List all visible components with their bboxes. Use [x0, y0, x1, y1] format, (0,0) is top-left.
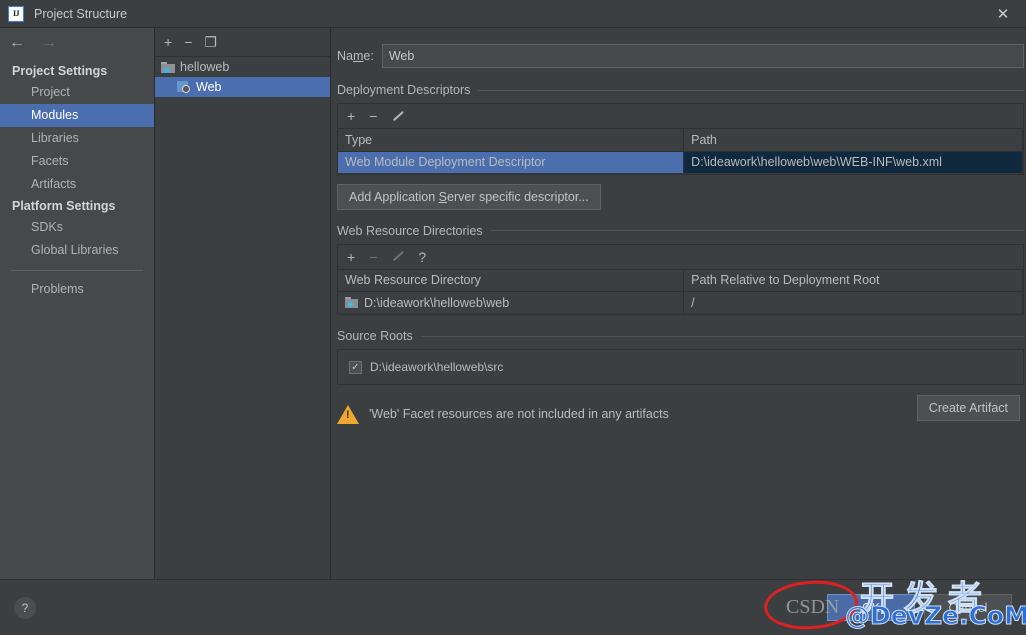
tree-node-helloweb[interactable]: helloweb: [155, 57, 330, 77]
tree-node-web[interactable]: Web: [155, 77, 330, 97]
sidebar-item-problems[interactable]: Problems: [0, 278, 154, 301]
sidebar-item-libraries[interactable]: Libraries: [0, 127, 154, 150]
help-icon[interactable]: ?: [14, 596, 36, 619]
web-resource-directories-panel: + − ? Web Resource Directory Path Relati…: [337, 243, 1024, 315]
name-label: Name:: [337, 48, 374, 63]
settings-sidebar: ← → Project Settings Project Modules Lib…: [0, 28, 155, 579]
create-artifact-button[interactable]: Create Artifact: [916, 395, 1020, 421]
sidebar-divider: [11, 270, 143, 271]
window-title: Project Structure: [34, 6, 128, 21]
section-rule: [478, 89, 1024, 91]
web-resource-directories-section: Web Resource Directories + − ? Web Resou…: [337, 224, 1024, 315]
sidebar-list: Project Settings Project Modules Librari…: [0, 57, 154, 301]
add-web-resource-icon[interactable]: +: [347, 250, 355, 264]
web-directory-icon: [345, 297, 358, 308]
sidebar-item-artifacts[interactable]: Artifacts: [0, 173, 154, 196]
web-resource-directories-title: Web Resource Directories: [337, 224, 1024, 238]
sidebar-group-project-settings: Project Settings: [12, 64, 108, 78]
cell-path[interactable]: D:\ideawork\helloweb\web\WEB-INF\web.xml: [683, 150, 1023, 174]
title-bar: IJ Project Structure ✕: [0, 0, 1026, 28]
table-row[interactable]: D:\ideawork\helloweb\web /: [338, 291, 1023, 314]
help-web-resource-icon[interactable]: ?: [418, 250, 426, 264]
sidebar-item-sdks[interactable]: SDKs: [0, 216, 154, 239]
name-row: Name:: [337, 42, 1024, 69]
name-input[interactable]: [381, 43, 1024, 68]
deployment-descriptors-table: Type Path Web Module Deployment Descript…: [338, 129, 1023, 174]
column-header-relative-path[interactable]: Path Relative to Deployment Root: [683, 269, 1023, 292]
table-header-row: Type Path: [338, 129, 1023, 152]
web-resource-directories-table: Web Resource Directory Path Relative to …: [338, 269, 1023, 314]
cell-text: D:\ideawork\helloweb\web: [364, 295, 510, 310]
add-descriptor-icon[interactable]: +: [347, 109, 355, 123]
add-module-icon[interactable]: +: [164, 35, 172, 49]
deployment-descriptors-title: Deployment Descriptors: [337, 83, 1024, 97]
copy-module-icon[interactable]: ❐: [204, 35, 217, 49]
section-rule: [490, 230, 1024, 231]
nav-arrows: ← →: [0, 28, 154, 57]
project-structure-dialog: IJ Project Structure ✕ ← → Project Setti…: [0, 0, 1026, 635]
edit-web-resource-icon[interactable]: [391, 250, 405, 263]
section-label: Source Roots: [337, 329, 413, 343]
source-roots-list: ✓ D:\ideawork\helloweb\src: [337, 349, 1024, 385]
deployment-descriptors-section: Deployment Descriptors + − Type Path Web…: [337, 83, 1024, 210]
sidebar-item-project[interactable]: Project: [0, 81, 154, 104]
facet-warning-row: ! 'Web' Facet resources are not included…: [337, 395, 1024, 431]
warning-triangle-icon: !: [337, 404, 359, 424]
section-label: Deployment Descriptors: [337, 83, 471, 97]
source-roots-section: Source Roots ✓ D:\ideawork\helloweb\src: [337, 329, 1024, 385]
column-header-path[interactable]: Path: [683, 129, 1023, 152]
cell-relative-path[interactable]: /: [683, 291, 1023, 314]
section-rule: [420, 335, 1024, 337]
module-tree-pane: + − ❐ helloweb Web: [155, 28, 331, 579]
app-logo-icon: IJ: [8, 5, 24, 22]
close-icon[interactable]: ✕: [980, 0, 1026, 27]
source-roots-title: Source Roots: [337, 329, 1024, 343]
forward-arrow-icon[interactable]: →: [41, 34, 57, 51]
dialog-footer: ? OK Cancel: [0, 579, 1026, 635]
section-label: Web Resource Directories: [337, 223, 483, 238]
sidebar-item-facets[interactable]: Facets: [0, 150, 154, 173]
edit-descriptor-icon[interactable]: [391, 110, 405, 123]
column-header-type[interactable]: Type: [338, 129, 685, 152]
remove-module-icon[interactable]: −: [184, 35, 192, 49]
source-root-label: D:\ideawork\helloweb\src: [370, 360, 504, 374]
deployment-descriptors-panel: + − Type Path Web Module Deployment Desc…: [337, 103, 1024, 175]
facet-warning-text: 'Web' Facet resources are not included i…: [369, 407, 669, 421]
facet-settings-panel: Name: Deployment Descriptors + −: [331, 28, 1026, 579]
sidebar-item-global-libraries[interactable]: Global Libraries: [0, 239, 154, 262]
deployment-descriptors-toolbar: + −: [338, 104, 1023, 129]
column-header-web-resource-directory[interactable]: Web Resource Directory: [338, 269, 685, 292]
tree-node-label: helloweb: [180, 60, 230, 74]
web-facet-icon: [177, 81, 191, 93]
cancel-button[interactable]: Cancel: [924, 594, 1012, 621]
cell-type[interactable]: Web Module Deployment Descriptor: [338, 151, 685, 174]
remove-web-resource-icon[interactable]: −: [369, 250, 377, 264]
sidebar-group-platform-settings: Platform Settings: [12, 199, 116, 213]
web-resource-directories-toolbar: + − ?: [338, 244, 1023, 270]
sidebar-item-modules[interactable]: Modules: [0, 104, 154, 127]
table-header-row: Web Resource Directory Path Relative to …: [338, 269, 1023, 292]
cell-web-resource-directory[interactable]: D:\ideawork\helloweb\web: [338, 291, 685, 314]
back-arrow-icon[interactable]: ←: [9, 34, 25, 51]
ok-button[interactable]: OK: [827, 594, 915, 621]
module-tree-toolbar: + − ❐: [155, 28, 330, 57]
add-application-server-descriptor-button[interactable]: Add Application Server specific descript…: [337, 183, 601, 210]
table-row[interactable]: Web Module Deployment Descriptor D:\idea…: [338, 150, 1023, 174]
footer-actions: OK Cancel: [827, 594, 1012, 621]
source-root-checkbox[interactable]: ✓: [349, 360, 362, 374]
tree-node-label: Web: [196, 80, 222, 94]
module-folder-icon: [161, 61, 175, 73]
dialog-body: ← → Project Settings Project Modules Lib…: [0, 28, 1026, 579]
add-descriptor-button-row: Add Application Server specific descript…: [337, 183, 1024, 210]
remove-descriptor-icon[interactable]: −: [369, 109, 377, 123]
